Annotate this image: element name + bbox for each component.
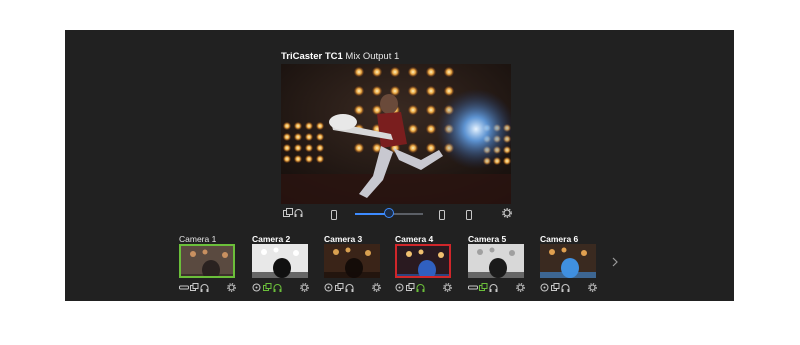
copy-icon[interactable] — [406, 283, 416, 293]
camera-label: Camera 3 — [324, 234, 363, 244]
headphones-icon[interactable] — [200, 283, 210, 293]
target-icon[interactable] — [324, 283, 334, 293]
camera-label: Camera 2 — [252, 234, 291, 244]
camera-label: Camera 1 — [179, 234, 217, 244]
headphones-icon[interactable] — [273, 283, 283, 293]
target-icon[interactable] — [540, 283, 550, 293]
copy-icon[interactable] — [263, 283, 273, 293]
gear-icon[interactable] — [227, 283, 237, 293]
camera-label: Camera 6 — [540, 234, 579, 244]
phone-portrait-icon[interactable] — [466, 210, 472, 220]
gear-icon[interactable] — [300, 283, 310, 293]
camera-thumbnail[interactable] — [540, 244, 596, 278]
headphones-icon[interactable] — [561, 283, 571, 293]
camera-controls — [540, 283, 600, 293]
gear-icon[interactable] — [588, 283, 598, 293]
camera-thumbnail[interactable] — [395, 244, 451, 278]
multiview-icon[interactable] — [283, 208, 293, 218]
copy-icon[interactable] — [335, 283, 345, 293]
camera-label: Camera 4 — [395, 234, 434, 244]
camera-controls — [468, 283, 528, 293]
copy-icon[interactable] — [190, 283, 200, 293]
gear-icon[interactable] — [372, 283, 382, 293]
headphones-icon[interactable] — [489, 283, 499, 293]
headphones-icon[interactable] — [294, 208, 303, 218]
camera-thumbnail[interactable] — [252, 244, 308, 278]
gear-icon[interactable] — [502, 208, 512, 218]
target-icon[interactable] — [395, 283, 405, 293]
tally-bar-icon[interactable] — [468, 283, 478, 293]
headphones-icon[interactable] — [345, 283, 355, 293]
camera-thumbnail[interactable] — [179, 244, 235, 278]
camera-controls — [395, 283, 455, 293]
level-slider-thumb[interactable] — [384, 208, 394, 218]
copy-icon[interactable] — [551, 283, 561, 293]
chevron-right-icon[interactable] — [611, 256, 619, 268]
output-name: Mix Output 1 — [345, 51, 400, 62]
phone-portrait-icon[interactable] — [331, 210, 337, 220]
camera-thumbnail[interactable] — [468, 244, 524, 278]
phone-portrait-icon[interactable] — [439, 210, 445, 220]
camera-thumbnail[interactable] — [324, 244, 380, 278]
camera-controls — [324, 283, 384, 293]
gear-icon[interactable] — [516, 283, 526, 293]
target-icon[interactable] — [252, 283, 262, 293]
copy-icon[interactable] — [479, 283, 489, 293]
main-output-video[interactable] — [281, 64, 511, 204]
camera-label: Camera 5 — [468, 234, 507, 244]
device-name: TriCaster TC1 — [281, 51, 343, 62]
camera-controls — [252, 283, 312, 293]
headphones-icon[interactable] — [416, 283, 426, 293]
main-output-title: TriCaster TC1 Mix Output 1 — [281, 51, 399, 62]
camera-controls — [179, 283, 239, 293]
tally-bar-icon[interactable] — [179, 283, 189, 293]
gear-icon[interactable] — [443, 283, 453, 293]
